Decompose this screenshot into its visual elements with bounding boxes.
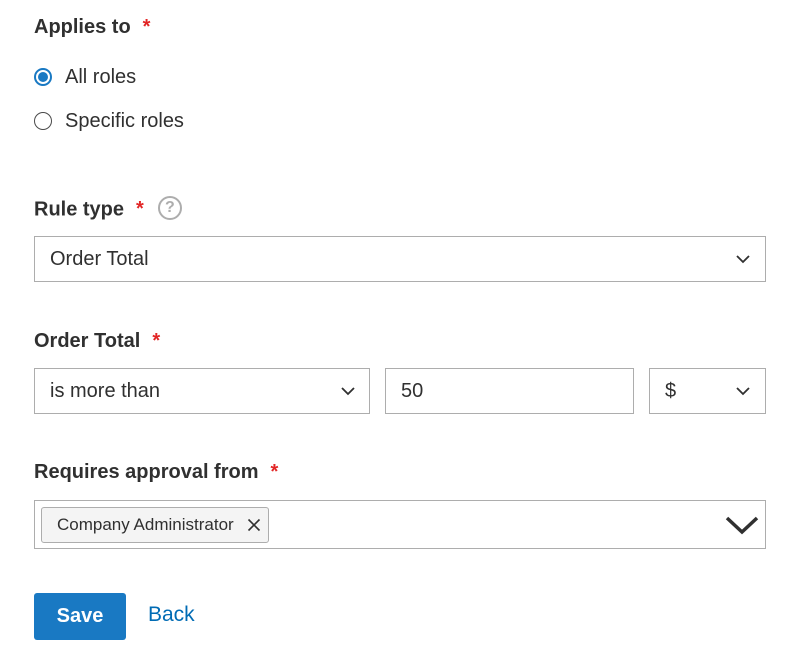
requires-approval-label: Requires approval from * [34, 461, 278, 484]
selected-tag-label: Company Administrator [57, 515, 234, 534]
radio-specific-roles-label[interactable]: Specific roles [65, 110, 184, 133]
amount-value[interactable]: 50 [401, 369, 423, 413]
applies-to-label: Applies to * [34, 16, 150, 39]
currency-select[interactable]: $ [649, 368, 766, 414]
remove-tag-icon[interactable] [247, 518, 261, 532]
required-mark: * [270, 461, 279, 483]
required-mark: * [136, 198, 144, 221]
chevron-down-icon[interactable] [725, 515, 759, 535]
radio-button-checked-icon[interactable] [34, 68, 52, 86]
order-total-label: Order Total * [34, 330, 160, 353]
rule-type-label: Rule type *? [34, 196, 182, 222]
radio-button-unchecked-icon[interactable] [34, 112, 52, 130]
condition-selected-value: is more than [50, 380, 161, 402]
currency-selected-value: $ [665, 380, 677, 402]
rule-type-select[interactable]: Order Total [34, 236, 766, 282]
chevron-down-icon [341, 387, 355, 396]
order-total-amount-input[interactable]: 50 [385, 368, 634, 414]
applies-to-label-text: Applies to [34, 16, 131, 38]
rule-type-label-text: Rule type [34, 198, 125, 221]
requires-approval-label-text: Requires approval from [34, 461, 259, 483]
question-circle-icon[interactable]: ? [157, 196, 182, 220]
order-total-label-text: Order Total [34, 330, 141, 352]
rule-type-selected-value: Order Total [50, 248, 149, 270]
chevron-down-icon [736, 255, 750, 264]
back-link[interactable]: Back [148, 603, 195, 627]
required-mark: * [142, 16, 151, 38]
required-mark: * [152, 330, 161, 352]
save-button[interactable]: Save [34, 593, 126, 640]
radio-all-roles-label[interactable]: All roles [65, 66, 136, 89]
radio-specific-roles[interactable]: Specific roles [34, 107, 184, 135]
order-total-condition-select[interactable]: is more than [34, 368, 370, 414]
approval-multiselect[interactable]: Company Administrator [34, 500, 766, 549]
selected-tag: Company Administrator [41, 507, 269, 543]
radio-all-roles[interactable]: All roles [34, 63, 136, 91]
chevron-down-icon [736, 387, 750, 396]
